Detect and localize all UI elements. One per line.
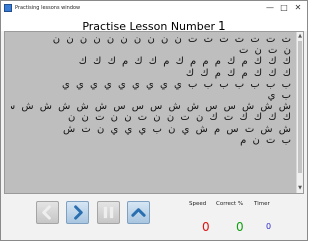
- lesson-header: Practise Lesson Number 1: [1, 15, 307, 33]
- window-controls: — □ ✕: [263, 3, 305, 13]
- window-title: Practising lessons window: [15, 5, 81, 11]
- left-arrow-icon: [42, 205, 51, 220]
- text-line: ك ك ك ك ت ك ن ت ن ن ت ن ن ت ن ن: [68, 112, 291, 124]
- app-icon: [4, 4, 12, 12]
- pause-button[interactable]: [97, 201, 120, 224]
- scroll-down-icon[interactable]: ▼: [297, 185, 303, 192]
- forward-button[interactable]: [66, 201, 89, 224]
- text-line: ك ك ك م ك م م م ك م ك ك م ك ك ك: [78, 56, 291, 68]
- close-icon[interactable]: ✕: [291, 3, 305, 13]
- timer-label: Timer: [254, 201, 270, 207]
- title-bar[interactable]: Practising lessons window — □ ✕: [1, 1, 307, 15]
- text-line: ك ك ك م ك م ك ك: [185, 67, 291, 79]
- back-button[interactable]: [36, 201, 59, 224]
- practising-lessons-window: Practising lessons window — □ ✕ Practise…: [0, 0, 308, 241]
- text-line: ب ت ن م: [240, 134, 291, 146]
- text-line: ب ب ب ب ب ب ب ي ي ي ي ي ي ي ي ي: [61, 78, 291, 90]
- text-line: ت ت ت ت ت ت ت ن ن ن ن ن ن ن ن ن ن: [52, 34, 291, 45]
- vertical-scrollbar[interactable]: ▲ ▼: [296, 32, 303, 193]
- scroll-up-icon[interactable]: ▲: [297, 33, 303, 40]
- correct-label: Correct %: [216, 201, 244, 207]
- practice-text: ت ت ت ت ت ت ت ن ن ن ن ن ن ن ن ن ن ن ت ن …: [5, 32, 297, 193]
- up-button[interactable]: [127, 201, 150, 224]
- text-line: ب ي: [267, 89, 291, 101]
- maximize-icon[interactable]: □: [277, 3, 291, 13]
- practice-text-area[interactable]: ت ت ت ت ت ت ت ن ن ن ن ن ن ن ن ن ن ن ت ن …: [4, 31, 304, 194]
- controls-panel: Speed Correct % Timer 0 0 0: [1, 194, 307, 240]
- up-arrow-icon: [131, 208, 146, 217]
- text-line: ن ت ن ت: [238, 45, 291, 57]
- text-line: ش ش ش س س ش ش س س س ش ش ش ش ش ش: [11, 101, 291, 113]
- timer-value: 0: [266, 222, 272, 231]
- speed-label: Speed: [189, 201, 207, 207]
- scrollbar-thumb[interactable]: [298, 41, 302, 173]
- pause-icon: [103, 206, 114, 219]
- minimize-icon[interactable]: —: [263, 3, 277, 13]
- correct-value: 0: [236, 220, 244, 234]
- speed-value: 0: [202, 220, 210, 234]
- text-line: ش ش ت س م ش ي ن ب ي ي ي ن ت ش: [63, 123, 291, 135]
- right-arrow-icon: [74, 205, 83, 220]
